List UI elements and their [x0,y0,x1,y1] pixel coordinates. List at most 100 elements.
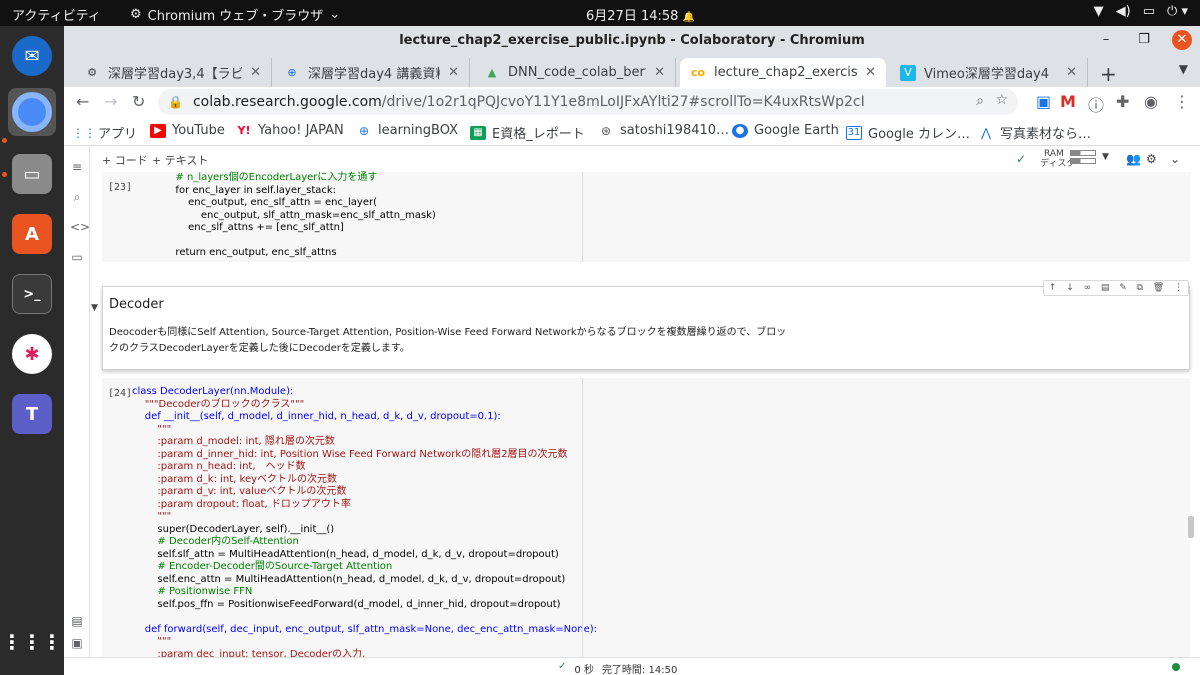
tab-2[interactable]: ⊕ 深層学習day4 講義資料 ✕ [274,58,470,87]
reload-button[interactable]: ↻ [132,92,145,111]
code-line: def forward(self, dec_input, enc_output,… [132,623,597,635]
edit-pencil-icon[interactable]: ✎ [1119,283,1127,293]
markdown-cell-decoder[interactable]: ▼ Decoder Deocoderも同様にSelf Attention, So… [91,280,1190,370]
cell-toolbar: ↑ ↓ ∞ ▤ ✎ ⧉ 🗑 ⋮ [1043,280,1189,296]
bookmark-star-icon[interactable]: ☆ [995,92,1008,108]
dock-thunderbird[interactable]: ✉ [8,32,56,80]
back-button[interactable]: ← [76,92,89,111]
profile-avatar-icon[interactable]: ◉ [1144,92,1158,111]
system-tray[interactable]: ▼ ◀) ▭ ⏻ ▾ [1094,4,1188,19]
toc-icon[interactable]: ≡ [70,160,84,174]
bookmark-learningbox[interactable]: ⊕ learningBOX [356,123,458,138]
dock-show-apps[interactable]: ⋮⋮⋮ [2,618,62,666]
colab-sidebar: ≡ ⌕ <> ▭ ▤ ▣ [64,146,90,675]
code-cell-23[interactable]: [23] # n_layers個のEncoderLayerに入力を通す for … [102,172,1190,262]
add-text-button[interactable]: + テキスト [152,152,208,168]
dock-files[interactable]: ▭ [8,150,56,198]
collapse-section-icon[interactable]: ▼ [91,303,98,313]
bookmark-photo[interactable]: ⋀ 写真素材なら… [978,123,1091,143]
dock-slack[interactable]: ✱ [8,330,56,378]
thunderbird-icon: ✉ [12,36,52,76]
tab-3[interactable]: ▲ DNN_code_colab_bert1b ✕ [474,58,676,87]
tab-5[interactable]: V Vimeo深層学習day4 ✕ [890,58,1088,87]
bookmark-report[interactable]: ▦ E資格_レポート [470,123,585,142]
window-titlebar[interactable]: lecture_chap2_exercise_public.ipynb - Co… [64,26,1200,54]
dock: ✉ ▭ A >_ ✱ T ⋮⋮⋮ [0,26,64,675]
close-tab-icon[interactable]: ✕ [1066,65,1077,80]
maximize-button[interactable]: ❐ [1134,30,1154,50]
code-line: self.slf_attn = MultiHeadAttention(n_hea… [132,548,559,560]
tab-label: Vimeo深層学習day4 [924,67,1050,82]
clock[interactable]: 6月27日 14:58 🔔 [586,5,695,24]
info-icon[interactable]: ⓘ [1088,92,1104,116]
dock-chromium[interactable] [8,88,56,136]
dock-software[interactable]: A [8,210,56,258]
browser-window: lecture_chap2_exercise_public.ipynb - Co… [64,26,1200,675]
files-folder-icon[interactable]: ▭ [70,250,84,264]
gmail-icon[interactable]: M [1060,92,1076,111]
search-icon[interactable]: ⌕ [70,190,84,205]
code-snippets-icon[interactable]: <> [70,220,90,234]
scrollbar-thumb[interactable] [1188,516,1194,538]
close-tab-icon[interactable]: ✕ [654,65,665,80]
dock-terminal[interactable]: >_ [8,270,56,318]
collapse-chevron-icon[interactable]: ⌄ [1170,152,1180,166]
app-menu[interactable]: ⚙ Chromium ウェブ・ブラウザ ⌄ [130,5,340,24]
code-editor[interactable]: # n_layers個のEncoderLayerに入力を通す for enc_l… [150,172,436,260]
bookmark-youtube[interactable]: ▶ YouTube [150,123,225,138]
gear-icon: ⚙ [87,66,97,79]
close-tab-icon[interactable]: ✕ [448,65,459,80]
bookmark-google-earth[interactable]: ● Google Earth [732,123,839,138]
ram-disk-indicator[interactable]: RAM ディスク [1040,149,1096,169]
activities-button[interactable]: アクティビティ [12,5,101,24]
zoom-search-icon[interactable]: ⌕ [976,93,984,109]
status-dot [1172,663,1180,671]
elapsed-time: 0 秒 [574,665,594,675]
share-people-icon[interactable]: 👥 [1126,152,1141,166]
execution-count: [23] [108,182,133,193]
bookmark-yahoo[interactable]: Y! Yahoo! JAPAN [236,123,344,138]
link-icon[interactable]: ∞ [1084,283,1092,293]
move-down-icon[interactable]: ↓ [1066,283,1074,293]
close-window-button[interactable]: ✕ [1172,30,1192,50]
bookmark-satoshi[interactable]: ⊛ satoshi198410… [598,123,729,138]
code-cell-24[interactable]: [24] class DecoderLayer(nn.Module): """D… [102,378,1190,675]
move-up-icon[interactable]: ↑ [1049,283,1057,293]
code-line: def __init__(self, d_model, d_inner_hid,… [132,411,501,422]
tab-label: 深層学習day3,4【ラビッ [108,67,243,82]
code-editor[interactable]: class DecoderLayer(nn.Module): """Decode… [132,386,597,675]
code-line: :param d_inner_hid: int, Position Wise F… [132,448,568,460]
colab-toolbar: + コード + テキスト ✓ RAM ディスク ▼ 👥 ⚙ ⌄ [90,146,1200,172]
address-bar[interactable]: 🔒 colab.research.google.com/drive/1o2r1q… [158,89,1018,115]
delete-icon[interactable]: 🗑 [1153,283,1164,293]
volume-icon: ◀) [1115,4,1131,19]
forward-button[interactable]: → [104,92,117,111]
bookmark-google-calendar[interactable]: 31 Google カレン… [846,123,970,142]
runtime-dropdown-icon[interactable]: ▼ [1102,152,1109,162]
minimize-button[interactable]: – [1096,30,1116,50]
close-tab-icon[interactable]: ✕ [250,65,261,80]
close-tab-icon[interactable]: ✕ [865,65,876,80]
dock-teams[interactable]: T [8,390,56,438]
command-palette-icon[interactable]: ▤ [70,614,84,628]
extensions-puzzle-icon[interactable]: ✚ [1116,92,1129,111]
comment-icon[interactable]: ▤ [1101,283,1110,293]
add-code-button[interactable]: + コード [102,152,148,168]
vimeo-icon: V [900,64,916,81]
new-tab-button[interactable]: + [1100,62,1117,86]
bookmark-apps[interactable]: ⋮⋮ アプリ [72,123,137,143]
more-kebab-icon[interactable]: ⋮ [1174,283,1183,293]
apps-grid-icon: ⋮⋮⋮ [2,630,62,654]
colab-notebook: ≡ ⌕ <> ▭ ▤ ▣ + コード + テキスト ✓ RAM ディスク ▼ 👥… [64,146,1200,675]
bookmarks-bar: ⋮⋮ アプリ ▶ YouTube Y! Yahoo! JAPAN ⊕ learn… [64,117,1200,146]
mirror-cell-icon[interactable]: ⧉ [1137,283,1143,293]
settings-gear-icon[interactable]: ⚙ [1146,152,1157,166]
tab-search-icon[interactable]: ▼ [1179,62,1188,76]
terminal-icon[interactable]: ▣ [70,636,84,650]
tab-4-active[interactable]: co lecture_chap2_exercise_ ✕ [680,58,886,87]
ram-bar [1070,150,1096,156]
tab-1[interactable]: ⚙ 深層学習day3,4【ラビッ ✕ [74,58,272,87]
extension-cast-icon[interactable]: ▣ [1036,92,1051,111]
menu-kebab-icon[interactable]: ⋮ [1174,92,1190,111]
